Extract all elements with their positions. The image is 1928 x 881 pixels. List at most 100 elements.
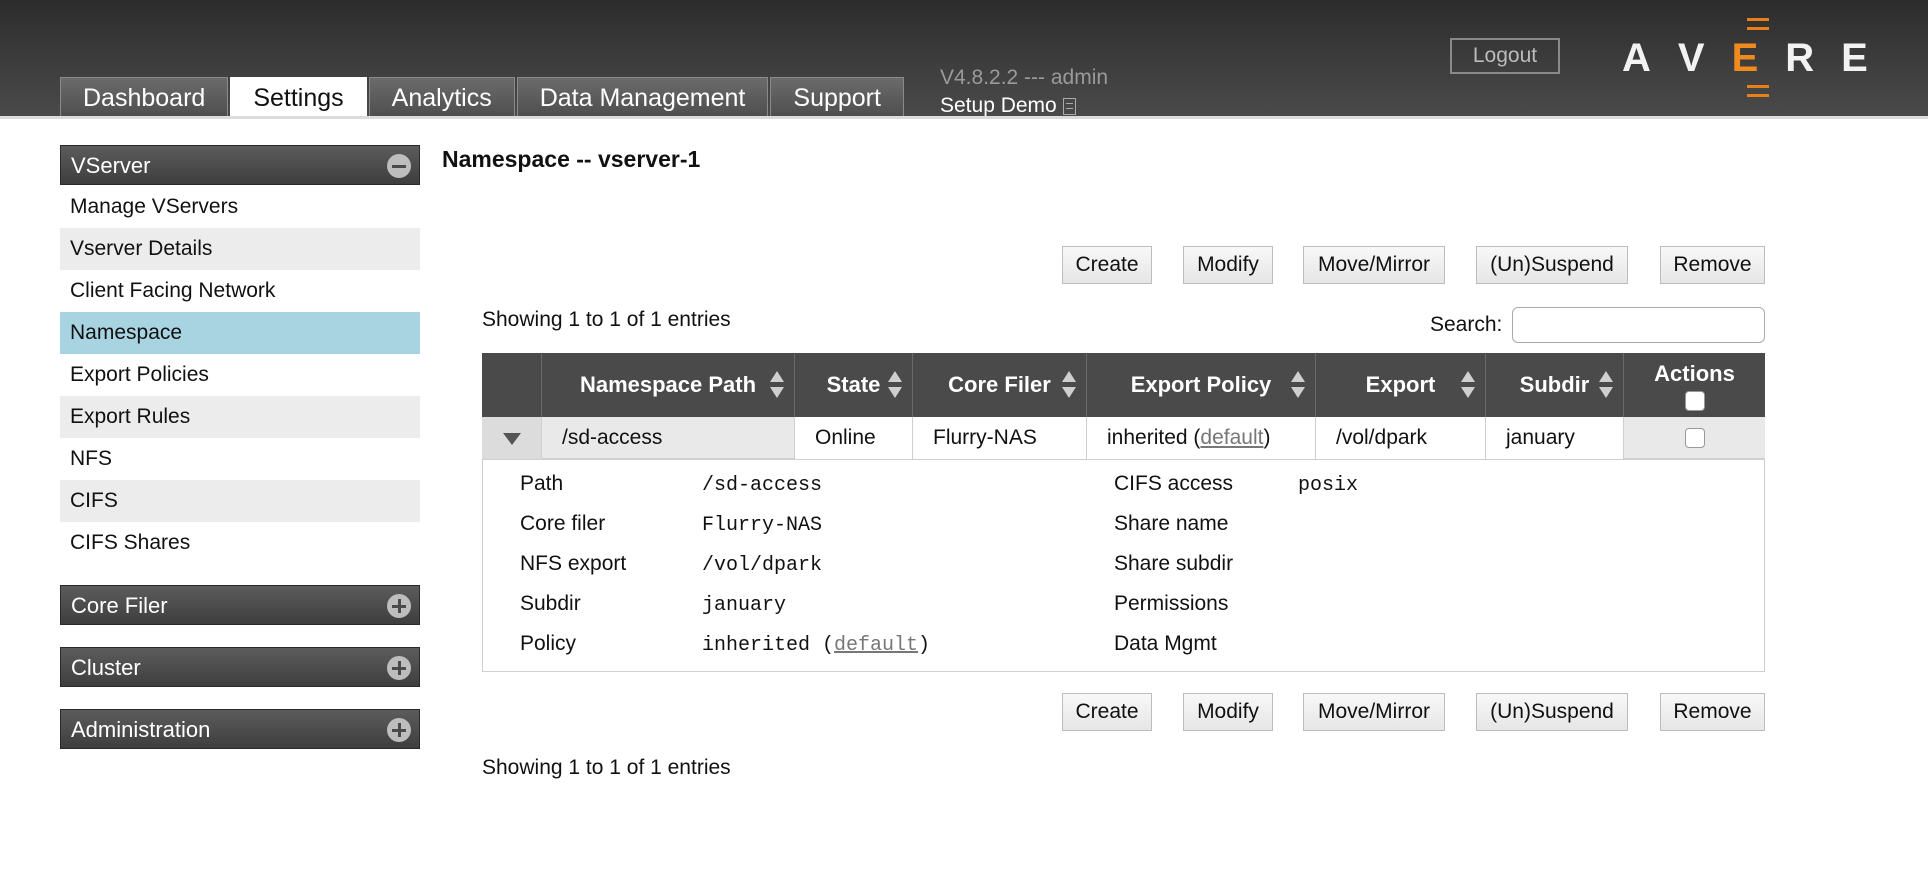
sidebar-item-nfs[interactable]: NFS bbox=[60, 438, 420, 480]
detail-value-policy: inherited (default) bbox=[702, 634, 930, 657]
expand-icon[interactable] bbox=[387, 656, 411, 680]
suspend-button[interactable]: (Un)Suspend bbox=[1476, 246, 1628, 284]
column-label: State bbox=[826, 372, 881, 397]
cluster-name[interactable]: Setup Demo bbox=[940, 94, 1076, 118]
table-header: Namespace Path State Core Filer Export P… bbox=[482, 353, 1765, 417]
column-actions: Actions bbox=[1624, 353, 1765, 417]
detail-label-nfs-export: NFS export bbox=[520, 552, 627, 575]
top-header: Dashboard Settings Analytics Data Manage… bbox=[0, 0, 1928, 119]
suspend-button[interactable]: (Un)Suspend bbox=[1476, 693, 1628, 731]
logo-letter: V bbox=[1677, 36, 1707, 80]
detail-value-cifs-access: posix bbox=[1298, 474, 1359, 497]
sidebar-section-title: VServer bbox=[71, 153, 151, 178]
detail-value-path: /sd-access bbox=[702, 474, 823, 497]
column-namespace-path[interactable]: Namespace Path bbox=[542, 353, 795, 417]
sidebar-section-administration[interactable]: Administration bbox=[60, 709, 420, 749]
cell-core-filer: Flurry-NAS bbox=[913, 417, 1087, 459]
policy-default-link[interactable]: default bbox=[834, 634, 918, 657]
row-select-checkbox[interactable] bbox=[1684, 428, 1705, 449]
expand-icon[interactable] bbox=[387, 718, 411, 742]
modify-button[interactable]: Modify bbox=[1183, 693, 1273, 731]
column-label: Export bbox=[1365, 372, 1436, 397]
policy-suffix: ) bbox=[918, 634, 931, 657]
entries-info: Showing 1 to 1 of 1 entries bbox=[482, 308, 731, 331]
sidebar-item-cifs-shares[interactable]: CIFS Shares bbox=[60, 522, 420, 564]
remove-button[interactable]: Remove bbox=[1660, 693, 1765, 731]
sidebar-section-vserver[interactable]: VServer bbox=[60, 145, 420, 185]
sort-icon[interactable] bbox=[1062, 371, 1076, 399]
create-button[interactable]: Create bbox=[1062, 693, 1152, 731]
sort-icon[interactable] bbox=[1461, 371, 1475, 399]
modify-button[interactable]: Modify bbox=[1183, 246, 1273, 284]
detail-label-policy: Policy bbox=[520, 632, 577, 655]
sidebar-item-client-facing-network[interactable]: Client Facing Network bbox=[60, 270, 420, 312]
column-state[interactable]: State bbox=[795, 353, 913, 417]
column-subdir[interactable]: Subdir bbox=[1486, 353, 1624, 417]
select-all-checkbox[interactable] bbox=[1684, 391, 1705, 411]
document-icon[interactable] bbox=[1062, 97, 1076, 115]
sidebar-item-vserver-details[interactable]: Vserver Details bbox=[60, 228, 420, 270]
logout-button[interactable]: Logout bbox=[1450, 38, 1560, 74]
header-divider bbox=[0, 116, 1928, 119]
tab-settings[interactable]: Settings bbox=[230, 77, 367, 119]
move-mirror-button[interactable]: Move/Mirror bbox=[1303, 246, 1445, 284]
sort-icon[interactable] bbox=[1599, 371, 1613, 399]
sidebar-item-manage-vservers[interactable]: Manage VServers bbox=[60, 186, 420, 228]
table-row[interactable]: /sd-access Online Flurry-NAS inherited (… bbox=[482, 417, 1765, 459]
page-title: Namespace -- vserver-1 bbox=[442, 146, 701, 172]
policy-prefix: inherited ( bbox=[702, 634, 835, 657]
sidebar-section-title: Core Filer bbox=[71, 593, 168, 618]
cell-namespace-path: /sd-access bbox=[542, 417, 795, 459]
avere-logo: A V E R E bbox=[1622, 36, 1870, 81]
detail-label-data-mgmt: Data Mgmt bbox=[1114, 632, 1217, 655]
cell-subdir: january bbox=[1486, 417, 1624, 459]
logo-accent-bar bbox=[1747, 18, 1769, 21]
detail-label-share-name: Share name bbox=[1114, 512, 1229, 535]
tab-dashboard[interactable]: Dashboard bbox=[60, 77, 229, 117]
expand-icon[interactable] bbox=[387, 594, 411, 618]
logo-letter: A bbox=[1622, 36, 1653, 80]
cell-export-policy: inherited (default) bbox=[1087, 417, 1316, 459]
cell-actions bbox=[1624, 417, 1765, 459]
column-export[interactable]: Export bbox=[1316, 353, 1486, 417]
sidebar-item-export-policies[interactable]: Export Policies bbox=[60, 354, 420, 396]
create-button[interactable]: Create bbox=[1062, 246, 1152, 284]
search-label: Search: bbox=[1430, 313, 1503, 336]
logo-letter: E bbox=[1731, 36, 1761, 80]
main-tabs: Dashboard Settings Analytics Data Manage… bbox=[60, 77, 906, 119]
sidebar-item-namespace[interactable]: Namespace bbox=[60, 312, 420, 354]
detail-label-permissions: Permissions bbox=[1114, 592, 1229, 615]
cluster-name-label: Setup Demo bbox=[940, 94, 1057, 117]
tab-data-management[interactable]: Data Management bbox=[516, 77, 769, 117]
detail-value-core-filer: Flurry-NAS bbox=[702, 514, 823, 537]
collapse-icon[interactable] bbox=[387, 154, 411, 178]
column-export-policy[interactable]: Export Policy bbox=[1087, 353, 1316, 417]
sidebar-item-export-rules[interactable]: Export Rules bbox=[60, 396, 420, 438]
column-label: Export Policy bbox=[1130, 372, 1272, 397]
collapse-row-icon[interactable] bbox=[482, 417, 542, 459]
move-mirror-button[interactable]: Move/Mirror bbox=[1303, 693, 1445, 731]
column-core-filer[interactable]: Core Filer bbox=[913, 353, 1087, 417]
remove-button[interactable]: Remove bbox=[1660, 246, 1765, 284]
policy-prefix: inherited ( bbox=[1107, 426, 1201, 449]
policy-default-link[interactable]: default bbox=[1200, 426, 1263, 449]
detail-value-nfs-export: /vol/dpark bbox=[702, 554, 823, 577]
sidebar-section-title: Cluster bbox=[71, 655, 141, 680]
tab-support[interactable]: Support bbox=[770, 77, 904, 117]
cell-export: /vol/dpark bbox=[1316, 417, 1486, 459]
policy-suffix: ) bbox=[1263, 426, 1271, 449]
tab-analytics[interactable]: Analytics bbox=[368, 77, 515, 117]
detail-label-core-filer: Core filer bbox=[520, 512, 606, 535]
logo-letter: R bbox=[1785, 36, 1817, 80]
detail-label-cifs-access: CIFS access bbox=[1114, 472, 1234, 495]
sort-icon[interactable] bbox=[1291, 371, 1305, 399]
cell-state: Online bbox=[795, 417, 913, 459]
sidebar-item-cifs[interactable]: CIFS bbox=[60, 480, 420, 522]
sort-icon[interactable] bbox=[770, 371, 784, 399]
sidebar-section-core-filer[interactable]: Core Filer bbox=[60, 585, 420, 625]
detail-label-share-subdir: Share subdir bbox=[1114, 552, 1234, 575]
logo-letter: E bbox=[1841, 36, 1870, 80]
sidebar-section-cluster[interactable]: Cluster bbox=[60, 647, 420, 687]
sort-icon[interactable] bbox=[888, 371, 902, 399]
search-input[interactable] bbox=[1512, 307, 1765, 343]
